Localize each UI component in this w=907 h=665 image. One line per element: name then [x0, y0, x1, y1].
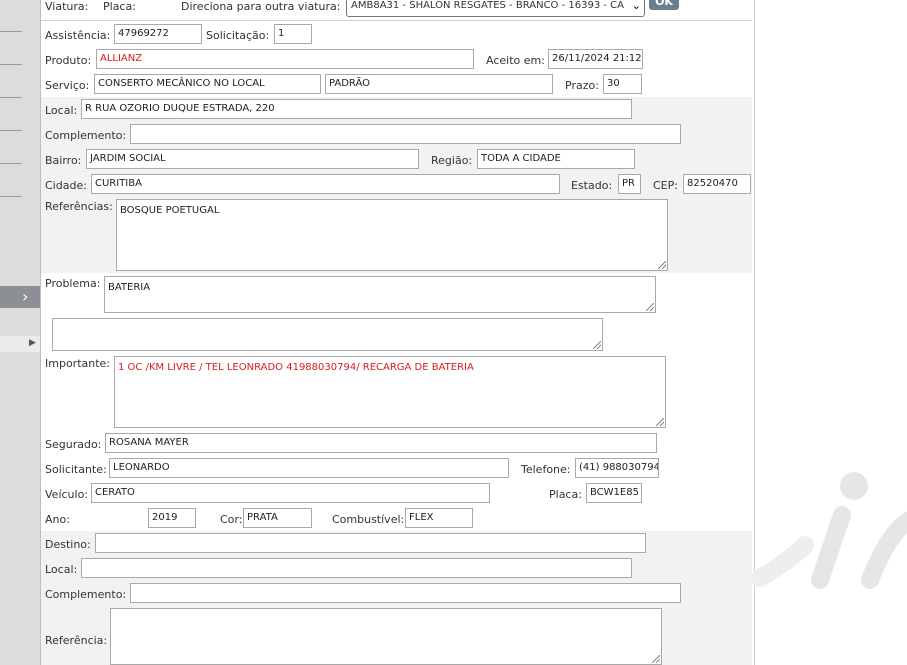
ano-label: Ano:: [45, 513, 70, 526]
regiao-field[interactable]: TODA A CIDADE: [477, 149, 635, 169]
assistencia-label: Assistência:: [45, 29, 111, 42]
sidebar-divider: [0, 130, 22, 131]
servico-field[interactable]: CONSERTO MECÂNICO NO LOCAL: [94, 74, 321, 94]
aceito-field[interactable]: 26/11/2024 21:12: [548, 49, 643, 69]
sidebar-divider: [0, 97, 22, 98]
combustivel-field[interactable]: FLEX: [405, 508, 473, 528]
assistencia-field[interactable]: 47969272: [114, 24, 202, 44]
regiao-label: Região:: [431, 154, 473, 167]
combustivel-label: Combustível:: [332, 513, 405, 526]
cep-field[interactable]: 82520470: [683, 174, 751, 194]
prazo-label: Prazo:: [565, 79, 599, 92]
placa-header-label: Placa:: [103, 0, 136, 13]
veiculo-field[interactable]: CERATO: [91, 483, 490, 503]
resize-grip-icon[interactable]: [652, 655, 660, 663]
chevron-right-icon: ›: [22, 287, 29, 306]
servico-tipo-field[interactable]: PADRÃO: [325, 74, 553, 94]
destino-local-label: Local:: [45, 563, 78, 576]
left-sidebar: [0, 0, 40, 665]
resize-grip-icon[interactable]: [658, 261, 666, 269]
aceito-label: Aceito em:: [486, 54, 545, 67]
ok-button[interactable]: OK: [649, 0, 679, 10]
sidebar-divider: [0, 64, 22, 65]
ano-field[interactable]: 2019: [148, 508, 196, 528]
sidebar-divider: [0, 31, 22, 32]
produto-field[interactable]: ALLIANZ: [96, 49, 474, 69]
local-label: Local:: [45, 104, 78, 117]
cor-field[interactable]: PRATA: [243, 508, 312, 528]
solicitacao-field[interactable]: 1: [274, 24, 312, 44]
cep-label: CEP:: [653, 179, 678, 192]
veiculo-label: Veículo:: [45, 488, 89, 501]
complemento-field[interactable]: [130, 124, 681, 144]
watermark-logo: [751, 472, 907, 589]
sidebar-toggle-button[interactable]: ›: [0, 286, 40, 308]
estado-field[interactable]: PR: [618, 174, 641, 194]
cidade-field[interactable]: CURITIBA: [91, 174, 560, 194]
destino-label: Destino:: [45, 538, 91, 551]
vehicle-select-value: AMB8A31 - SHALON RESGATES - BRANCO - 163…: [351, 0, 624, 11]
sidebar-divider: [0, 163, 22, 164]
segurado-field[interactable]: ROSANA MAYER: [105, 433, 657, 453]
referencias-label: Referências:: [45, 200, 113, 213]
estado-label: Estado:: [571, 179, 613, 192]
destino-complemento-field[interactable]: [130, 583, 681, 603]
resize-grip-icon[interactable]: [656, 418, 664, 426]
bairro-label: Bairro:: [45, 154, 82, 167]
vehicle-select[interactable]: AMB8A31 - SHALON RESGATES - BRANCO - 163…: [346, 0, 645, 17]
importante-label: Importante:: [45, 357, 111, 370]
cidade-label: Cidade:: [45, 179, 87, 192]
extra-textarea[interactable]: [52, 318, 603, 351]
servico-label: Serviço:: [45, 79, 90, 92]
complemento-label: Complemento:: [45, 129, 127, 142]
problema-textarea[interactable]: BATERIA: [104, 276, 656, 313]
solicitante-field[interactable]: LEONARDO: [109, 458, 509, 478]
destino-complemento-label: Complemento:: [45, 588, 127, 601]
solicitante-label: Solicitante:: [45, 463, 107, 476]
placa-label: Placa:: [549, 488, 582, 501]
importante-text: 1 OC /KM LIVRE / TEL LEONRADO 4198803079…: [118, 362, 474, 373]
telefone-field[interactable]: (41) 988030794: [575, 458, 659, 478]
referencias-textarea[interactable]: BOSQUE POETUGAL: [116, 199, 668, 271]
resize-grip-icon[interactable]: [646, 303, 654, 311]
resize-grip-icon[interactable]: [593, 341, 601, 349]
problema-label: Problema:: [45, 277, 101, 290]
prazo-field[interactable]: 30: [603, 74, 642, 94]
local-field[interactable]: R RUA OZORIO DUQUE ESTRADA, 220: [81, 99, 632, 119]
destino-local-field[interactable]: [81, 558, 632, 578]
produto-label: Produto:: [45, 54, 92, 67]
referencias-text: BOSQUE POETUGAL: [120, 205, 220, 216]
direciona-label: Direciona para outra viatura:: [181, 0, 341, 13]
telefone-label: Telefone:: [521, 463, 571, 476]
viatura-label: Viatura:: [45, 0, 89, 13]
cor-label: Cor:: [220, 513, 243, 526]
solicitacao-label: Solicitação:: [206, 29, 270, 42]
placa-field[interactable]: BCW1E85: [586, 483, 642, 503]
destino-field[interactable]: [95, 533, 646, 553]
sidebar-expand-button[interactable]: ▶: [0, 336, 40, 352]
segurado-label: Segurado:: [45, 438, 102, 451]
destino-referencia-textarea[interactable]: [110, 608, 662, 665]
caret-right-icon: ▶: [29, 338, 36, 348]
chevron-down-icon: ⌄: [631, 0, 641, 12]
importante-textarea[interactable]: 1 OC /KM LIVRE / TEL LEONRADO 4198803079…: [114, 356, 666, 428]
header-divider: [41, 20, 752, 21]
sidebar-divider: [0, 196, 22, 197]
bairro-field[interactable]: JARDIM SOCIAL: [86, 149, 419, 169]
problema-text: BATERIA: [108, 282, 151, 293]
destino-referencia-label: Referência:: [45, 634, 108, 647]
